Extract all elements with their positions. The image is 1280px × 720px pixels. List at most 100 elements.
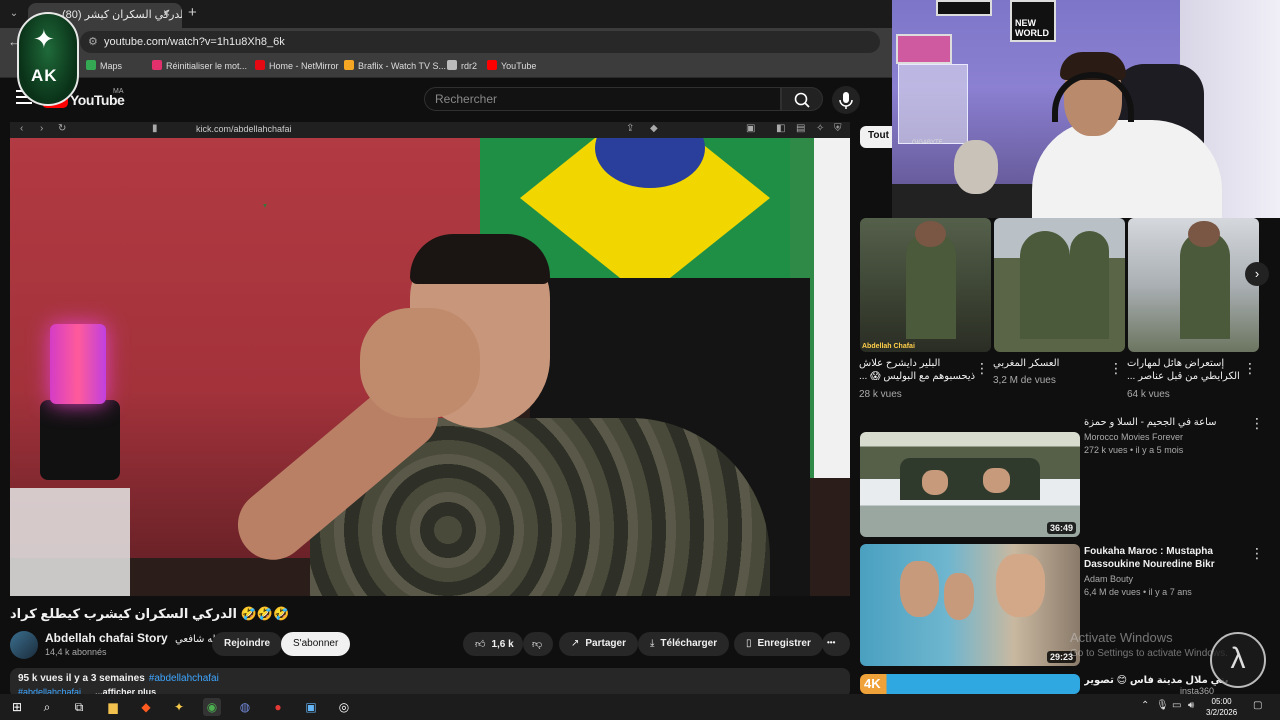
shorts-thumbnail[interactable]: Abdellah Chafai: [860, 218, 991, 352]
video-title[interactable]: Foukaha Maroc : Mustapha Dassoukine Nour…: [1084, 545, 1244, 571]
back-arrow-icon[interactable]: ‹: [20, 123, 23, 134]
tab-close-icon[interactable]: ×: [163, 6, 170, 20]
channel-avatar[interactable]: [10, 631, 38, 659]
youtube-header: YouTube MA Rechercher: [0, 78, 892, 120]
app-icon[interactable]: ▣: [302, 698, 320, 716]
shorts-title[interactable]: البلير دايشرح علاش ذيحسبوهم مع البوليس 😱…: [859, 357, 977, 383]
poster-text: NEW WORLD: [1015, 18, 1049, 38]
shorts-title[interactable]: العسكر المغربي: [993, 357, 1111, 370]
new-tab-button[interactable]: +: [188, 4, 197, 21]
bookmark-instagram[interactable]: Réinitialiser le mot...: [152, 60, 247, 71]
vpn-icon[interactable]: ✧: [816, 123, 824, 134]
forward-arrow-icon[interactable]: ›: [40, 123, 43, 134]
more-options-icon[interactable]: ⋮: [1109, 360, 1123, 377]
sidebar-icon[interactable]: ◧: [776, 123, 785, 134]
streamer-figure: [190, 234, 770, 596]
file-explorer-icon[interactable]: ▆: [104, 698, 122, 716]
video-player[interactable]: [10, 138, 850, 596]
windows-taskbar: ⊞ ⌕ ⧉ ▆ ◆ ✦ ◉ ◍ ● ▣ ◎ ⌃ 🎙︎ ▭ 🔊︎ 05:00 3/…: [0, 694, 1280, 720]
search-input[interactable]: Rechercher: [424, 87, 781, 111]
site-info-icon[interactable]: ⚙: [88, 35, 98, 48]
search-icon[interactable]: ⌕: [38, 698, 56, 716]
tray-chevron-icon[interactable]: ⌃: [1141, 700, 1149, 711]
channel-name[interactable]: Abdellah chafai Story عبد الله شافعي: [45, 631, 239, 645]
search-icon: [794, 92, 810, 108]
reload-icon[interactable]: ↻: [58, 123, 66, 134]
share-button[interactable]: ↗ Partager: [559, 632, 638, 656]
download-label: Télécharger: [660, 638, 718, 649]
task-view-icon[interactable]: ⧉: [70, 698, 88, 716]
more-options-icon[interactable]: ⋮: [1250, 545, 1264, 562]
save-button[interactable]: ▯ Enregistrer: [734, 632, 823, 656]
subscribe-button[interactable]: S'abonner: [281, 632, 351, 656]
browser-icon[interactable]: ✦: [170, 698, 188, 716]
more-options-icon[interactable]: ⋮: [1250, 415, 1264, 432]
bookmark-braflix[interactable]: Braflix - Watch TV S...: [344, 60, 446, 71]
network-icon[interactable]: ▭: [1172, 700, 1181, 711]
shield-icon[interactable]: ⛨: [834, 123, 842, 134]
wallet-icon[interactable]: ▤: [796, 123, 805, 134]
more-actions-button[interactable]: •••: [822, 632, 850, 656]
volume-icon[interactable]: 🔊︎: [1188, 700, 1194, 711]
discord-icon[interactable]: ◍: [236, 698, 254, 716]
download-icon: ⤓: [650, 638, 655, 649]
microphone-icon[interactable]: 🎙︎: [1156, 700, 1169, 711]
app-icon[interactable]: ●: [269, 698, 287, 716]
video-title[interactable]: ساعة في الجحيم - السلا و حمزة: [1084, 416, 1244, 429]
more-dots-icon: •••: [827, 638, 836, 647]
more-options-icon[interactable]: ⋮: [1243, 360, 1257, 377]
face: [899, 561, 940, 618]
clock-date: 3/2/2026: [1206, 708, 1238, 717]
white-hoodie: [1032, 120, 1222, 218]
video-thumbnail[interactable]: 4K: [860, 674, 1080, 694]
tab-search-dropdown[interactable]: ⌄: [6, 6, 22, 22]
braflix-icon: [344, 60, 354, 70]
voice-search-button[interactable]: [832, 86, 860, 114]
rgb-speaker: [50, 324, 106, 404]
url-field[interactable]: ⚙ youtube.com/watch?v=1h1u8Xh8_6k: [80, 31, 880, 53]
thumbs-down-icon: 👎︎: [532, 639, 543, 650]
chrome-icon[interactable]: ◉: [203, 698, 221, 716]
bookmark-rdr2[interactable]: rdr2: [447, 60, 477, 71]
shorts-thumbnail[interactable]: [994, 218, 1125, 352]
dislike-button[interactable]: 👎︎: [523, 632, 553, 656]
shorts-title[interactable]: إستعراض هائل لمهارات الكرايطي من قبل عنا…: [1127, 357, 1245, 383]
webcam-overlay: NEW WORLD GIGABYTE: [892, 0, 1280, 218]
obs-icon[interactable]: ◎: [335, 698, 353, 716]
soldier-figure: [1180, 231, 1231, 339]
bookmark-icon: ▯: [746, 638, 752, 649]
join-button[interactable]: Rejoindre: [212, 632, 283, 656]
system-clock[interactable]: 05:00 3/2/2026: [1206, 696, 1237, 718]
bookmark-youtube[interactable]: YouTube: [487, 60, 536, 71]
channel-name[interactable]: Adam Bouty: [1084, 574, 1133, 584]
video-meta: 272 k vues • il y a 5 mois: [1084, 445, 1184, 455]
share-icon[interactable]: ⇪: [626, 123, 634, 134]
search-button[interactable]: [781, 87, 823, 111]
like-button[interactable]: 👍︎ 1,6 k: [463, 632, 523, 656]
notification-icon[interactable]: ▢: [1253, 700, 1262, 711]
hair: [410, 234, 550, 284]
bookmark-maps[interactable]: Maps: [86, 60, 122, 71]
video-title: 🤣🤣🤣 الدركي السكران كيشرب كيطلع كراد: [10, 606, 290, 621]
shorts-thumbnail[interactable]: [1128, 218, 1259, 352]
shorts-next-arrow-icon[interactable]: ›: [1245, 262, 1269, 286]
instagram-icon: [152, 60, 162, 70]
bookmark-netmirror[interactable]: Home - NetMirror: [255, 60, 339, 71]
more-options-icon[interactable]: ⋮: [975, 360, 989, 377]
extension-icon[interactable]: ▣: [746, 123, 755, 134]
hashtag-link[interactable]: #abdellahchafai: [149, 673, 219, 684]
shorts-overlay-text: Abdellah Chafai: [862, 343, 915, 350]
video-thumbnail[interactable]: 36:49: [860, 432, 1080, 537]
video-thumbnail[interactable]: 29:23: [860, 544, 1080, 666]
bookmark-icon[interactable]: ▮: [152, 123, 158, 134]
channel-watermark-logo: ✦ AK: [17, 12, 79, 106]
windows-start-icon[interactable]: ⊞: [8, 698, 26, 716]
brave-browser-icon[interactable]: ◆: [137, 698, 155, 716]
download-button[interactable]: ⤓ Télécharger: [638, 632, 730, 656]
4k-badge: 4K: [864, 676, 881, 691]
watermark-text: AK: [31, 66, 58, 85]
eagle-icon: ✦: [33, 24, 55, 54]
channel-name[interactable]: Morocco Movies Forever: [1084, 432, 1183, 442]
brave-icon[interactable]: ◆: [650, 123, 658, 134]
shorts-views: 64 k vues: [1127, 389, 1170, 400]
